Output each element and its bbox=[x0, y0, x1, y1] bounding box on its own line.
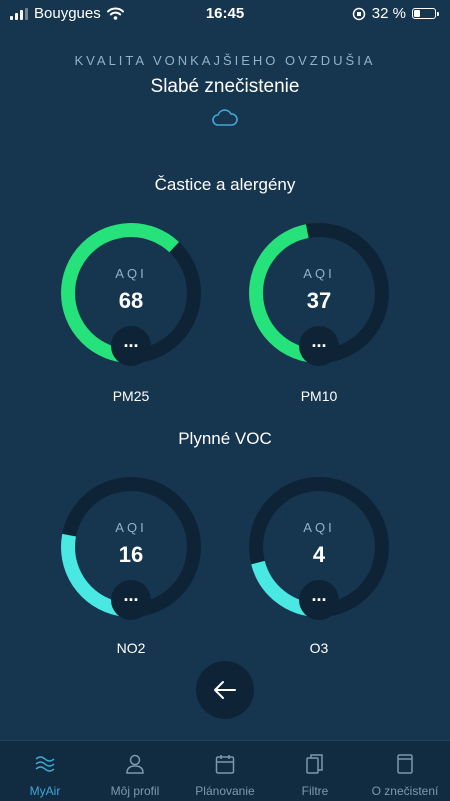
waves-icon bbox=[35, 756, 55, 772]
gauge-value: 37 bbox=[306, 288, 332, 313]
section-title-particles: Častice a alergény bbox=[154, 175, 296, 194]
tab-label: O znečistení bbox=[371, 784, 439, 798]
gauge-value: 68 bbox=[118, 288, 144, 313]
gauge-pm25: AQI 68 ... bbox=[56, 218, 206, 368]
tab-profile[interactable]: Môj profil bbox=[90, 741, 180, 801]
section-title-voc: Plynné VOC bbox=[178, 429, 272, 448]
tab-label: Plánovanie bbox=[195, 784, 255, 798]
tab-label: Filtre bbox=[301, 784, 329, 798]
book-icon bbox=[397, 754, 413, 774]
gauge-name-pm25: PM25 bbox=[112, 388, 150, 404]
gauge-name-o3: O3 bbox=[309, 640, 329, 656]
cloud-icon bbox=[212, 109, 238, 126]
battery-icon bbox=[412, 8, 439, 19]
gauge-value: 16 bbox=[118, 542, 144, 567]
gauge-label: AQI bbox=[115, 520, 147, 535]
more-button[interactable]: ... bbox=[111, 580, 151, 620]
gauge-name-no2: NO2 bbox=[116, 640, 146, 656]
filter-icon bbox=[306, 754, 323, 774]
tab-label: Môj profil bbox=[110, 784, 160, 798]
status-right: 32 % bbox=[352, 5, 439, 22]
tab-myair[interactable]: MyAir bbox=[0, 741, 90, 801]
orientation-lock-icon bbox=[352, 7, 366, 20]
tab-label: MyAir bbox=[29, 784, 61, 798]
user-icon bbox=[126, 754, 144, 774]
more-button[interactable]: ... bbox=[299, 580, 339, 620]
pollution-status: Slabé znečistenie bbox=[150, 76, 300, 97]
tab-about-pollution[interactable]: O znečistení bbox=[360, 741, 450, 801]
gauge-name-pm10: PM10 bbox=[300, 388, 338, 404]
battery-percent: 32 % bbox=[371, 5, 406, 22]
gauge-label: AQI bbox=[303, 520, 335, 535]
page-title: KVALITA VONKAJŠIEHO OVZDUŠIA bbox=[74, 53, 376, 68]
gauge-value: 4 bbox=[312, 542, 326, 567]
gauge-no2: AQI 16 ... bbox=[56, 472, 206, 622]
gauge-pm10: AQI 37 ... bbox=[244, 218, 394, 368]
status-bar: Bouygues 16:45 32 % bbox=[0, 0, 450, 26]
back-button[interactable] bbox=[196, 661, 254, 719]
more-button[interactable]: ... bbox=[299, 326, 339, 366]
gauge-o3: AQI 4 ... bbox=[244, 472, 394, 622]
arrow-left-icon bbox=[214, 681, 236, 699]
calendar-icon bbox=[215, 755, 235, 774]
gauge-label: AQI bbox=[303, 266, 335, 281]
more-button[interactable]: ... bbox=[111, 326, 151, 366]
gauge-label: AQI bbox=[115, 266, 147, 281]
tab-filters[interactable]: Filtre bbox=[270, 741, 360, 801]
tab-bar: MyAir Môj profil Plánovanie Filtre O zne… bbox=[0, 740, 450, 801]
tab-planning[interactable]: Plánovanie bbox=[180, 741, 270, 801]
